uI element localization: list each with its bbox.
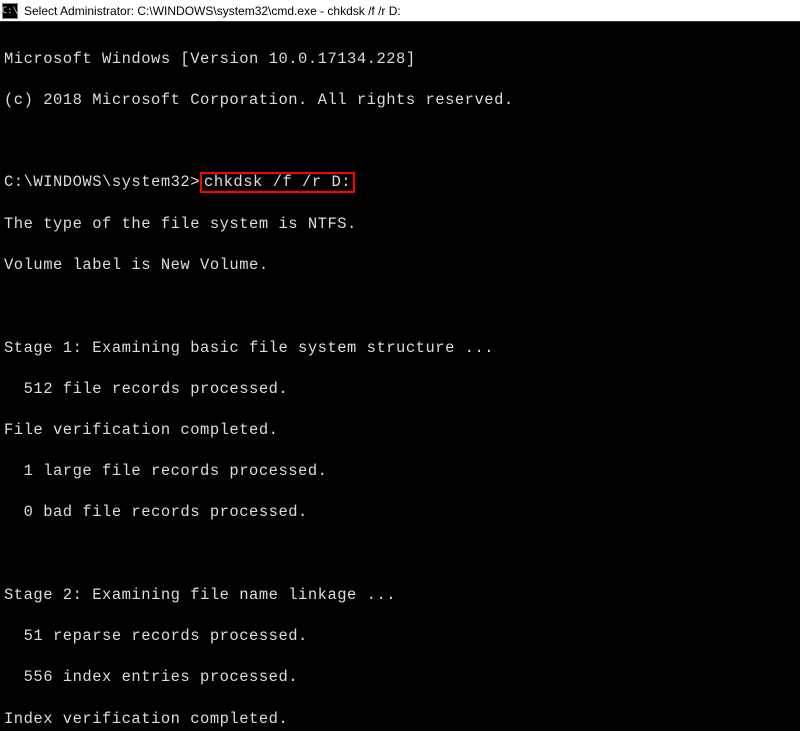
stage2-header: Stage 2: Examining file name linkage ... xyxy=(4,585,796,606)
blank-line xyxy=(4,544,796,565)
stage1-line: 1 large file records processed. xyxy=(4,461,796,482)
stage1-header: Stage 1: Examining basic file system str… xyxy=(4,338,796,359)
stage1-line: 0 bad file records processed. xyxy=(4,502,796,523)
version-line: Microsoft Windows [Version 10.0.17134.22… xyxy=(4,49,796,70)
copyright-line: (c) 2018 Microsoft Corporation. All righ… xyxy=(4,90,796,111)
stage1-line: File verification completed. xyxy=(4,420,796,441)
stage1-line: 512 file records processed. xyxy=(4,379,796,400)
prompt-text: C:\WINDOWS\system32> xyxy=(4,173,200,191)
stage2-line: Index verification completed. xyxy=(4,709,796,730)
terminal-output[interactable]: Microsoft Windows [Version 10.0.17134.22… xyxy=(0,22,800,731)
command-line: C:\WINDOWS\system32>chkdsk /f /r D: xyxy=(4,172,796,193)
command-highlight: chkdsk /f /r D: xyxy=(200,172,355,193)
cmd-icon: C:\ xyxy=(2,3,18,19)
window-titlebar[interactable]: C:\ Select Administrator: C:\WINDOWS\sys… xyxy=(0,0,800,22)
stage2-line: 51 reparse records processed. xyxy=(4,626,796,647)
window-title: Select Administrator: C:\WINDOWS\system3… xyxy=(24,4,401,18)
fs-type-line: The type of the file system is NTFS. xyxy=(4,214,796,235)
volume-label-line: Volume label is New Volume. xyxy=(4,255,796,276)
blank-line xyxy=(4,131,796,152)
stage2-line: 556 index entries processed. xyxy=(4,667,796,688)
blank-line xyxy=(4,296,796,317)
